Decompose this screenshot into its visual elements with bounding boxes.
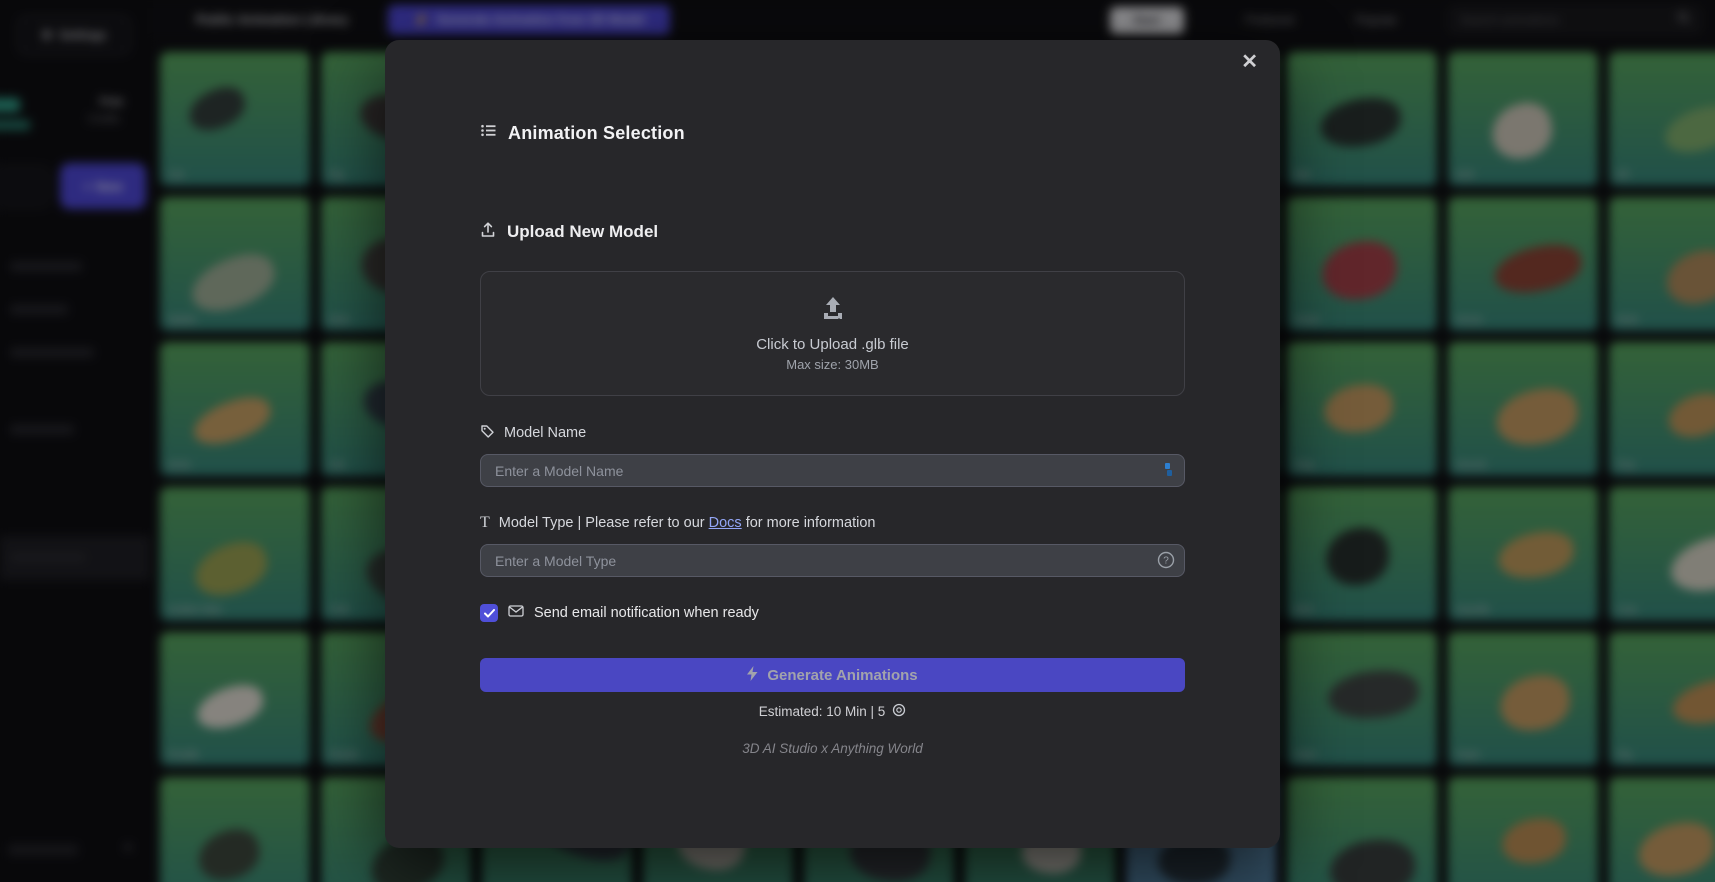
model-name-label-row: Model Name (480, 423, 1185, 443)
model-name-label: Model Name (504, 425, 587, 441)
model-type-label-suffix: for more information (741, 515, 876, 531)
autofill-extension-icon[interactable] (1161, 462, 1175, 483)
upload-icon (480, 221, 496, 243)
coin-icon (892, 703, 906, 720)
upload-section-title: Upload New Model (507, 222, 659, 241)
list-icon (480, 122, 497, 144)
dropzone-max-size: Max size: 30MB (786, 357, 879, 372)
model-name-input[interactable] (480, 454, 1185, 487)
upload-section-header: Upload New Model (480, 220, 1185, 244)
modal-title-row: Animation Selection (480, 121, 1185, 145)
model-type-label-prefix: Model Type | Please refer to our (498, 515, 709, 531)
animation-selection-modal: ✕ Animation Selection Upload New Model C… (385, 40, 1280, 848)
partnership-footer: 3D AI Studio x Anything World (742, 741, 923, 756)
model-name-field (480, 454, 1185, 487)
text-type-icon: T (480, 514, 490, 531)
model-type-field: ? (480, 544, 1185, 577)
docs-link[interactable]: Docs (709, 515, 742, 531)
model-type-input[interactable] (480, 544, 1185, 577)
modal-content: Animation Selection Upload New Model Cli… (385, 40, 1280, 756)
help-icon[interactable]: ? (1157, 551, 1175, 574)
generate-animations-button[interactable]: Generate Animations (480, 658, 1185, 692)
glb-upload-dropzone[interactable]: Click to Upload .glb file Max size: 30MB (480, 271, 1185, 396)
envelope-icon (508, 604, 524, 622)
upload-tray-icon (818, 295, 848, 328)
tag-icon (480, 424, 495, 443)
model-type-label: Model Type | Please refer to our Docs fo… (499, 515, 876, 531)
lightning-icon (747, 665, 758, 685)
email-notification-label: Send email notification when ready (534, 605, 759, 621)
modal-title: Animation Selection (508, 122, 685, 143)
model-type-label-row: T Model Type | Please refer to our Docs … (480, 513, 1185, 533)
estimate-row: Estimated: 10 Min | 5 (480, 701, 1185, 721)
email-notification-checkbox[interactable] (480, 604, 498, 622)
estimate-text: Estimated: 10 Min | 5 (758, 703, 886, 719)
close-icon[interactable]: ✕ (1241, 52, 1258, 72)
svg-text:?: ? (1163, 556, 1169, 567)
dropzone-instruction: Click to Upload .glb file (756, 336, 909, 353)
email-notification-row: Send email notification when ready (480, 603, 1185, 623)
